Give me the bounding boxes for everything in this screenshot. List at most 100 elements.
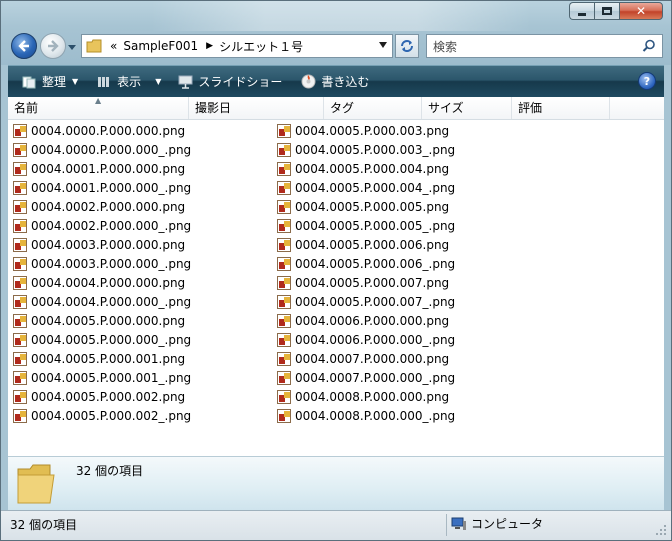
png-image-icon bbox=[13, 218, 27, 233]
file-item[interactable]: 0004.0005.P.000.001_.png bbox=[13, 368, 191, 387]
organize-button[interactable]: 整理 ▼ bbox=[18, 71, 81, 93]
column-tags[interactable]: タグ bbox=[324, 97, 422, 119]
computer-icon bbox=[451, 517, 466, 530]
burn-button[interactable]: 書き込む bbox=[297, 71, 372, 93]
file-item[interactable]: 0004.0005.P.000.005.png bbox=[277, 197, 455, 216]
close-button[interactable]: ✕ bbox=[619, 2, 663, 20]
file-item[interactable]: 0004.0001.P.000.000_.png bbox=[13, 178, 191, 197]
resize-grip-icon[interactable] bbox=[655, 524, 667, 536]
file-item[interactable]: 0004.0003.P.000.000.png bbox=[13, 235, 191, 254]
file-item[interactable]: 0004.0005.P.000.000_.png bbox=[13, 330, 191, 349]
details-item-count: 32 個の項目 bbox=[76, 464, 144, 478]
address-overflow[interactable]: « bbox=[110, 39, 117, 53]
file-item[interactable]: 0004.0005.P.000.002.png bbox=[13, 387, 191, 406]
column-date-taken[interactable]: 撮影日 bbox=[189, 97, 324, 119]
png-image-icon bbox=[13, 389, 27, 404]
file-name: 0004.0005.P.000.000.png bbox=[31, 313, 186, 328]
search-box[interactable]: 検索 bbox=[426, 34, 663, 58]
file-name: 0004.0006.P.000.000.png bbox=[295, 313, 450, 328]
file-item[interactable]: 0004.0008.P.000.000.png bbox=[277, 387, 455, 406]
file-item[interactable]: 0004.0005.P.000.005_.png bbox=[277, 216, 455, 235]
file-column-1: 0004.0000.P.000.000.png 0004.0000.P.000.0… bbox=[13, 121, 191, 425]
chevron-right-icon[interactable]: ▶ bbox=[206, 41, 213, 51]
recent-pages-dropdown[interactable] bbox=[67, 42, 77, 52]
png-image-icon bbox=[13, 370, 27, 385]
file-name: 0004.0005.P.000.001.png bbox=[31, 351, 186, 366]
help-icon: ? bbox=[643, 74, 651, 88]
status-location-label: コンピュータ bbox=[471, 517, 544, 531]
view-button[interactable]: 表示 ▼ bbox=[93, 71, 164, 93]
back-button[interactable] bbox=[11, 33, 37, 59]
file-item[interactable]: 0004.0004.P.000.000_.png bbox=[13, 292, 191, 311]
file-item[interactable]: 0004.0006.P.000.000_.png bbox=[277, 330, 455, 349]
png-image-icon bbox=[277, 218, 291, 233]
file-name: 0004.0005.P.000.000_.png bbox=[31, 332, 192, 347]
png-image-icon bbox=[277, 370, 291, 385]
search-icon[interactable] bbox=[642, 39, 656, 53]
file-item[interactable]: 0004.0005.P.000.004.png bbox=[277, 159, 455, 178]
chevron-down-icon[interactable] bbox=[379, 42, 387, 48]
file-item[interactable]: 0004.0005.P.000.001.png bbox=[13, 349, 191, 368]
file-item[interactable]: 0004.0003.P.000.000_.png bbox=[13, 254, 191, 273]
png-image-icon bbox=[277, 351, 291, 366]
breadcrumb-current[interactable]: シルエット１号 bbox=[219, 38, 303, 55]
file-item[interactable]: 0004.0007.P.000.000_.png bbox=[277, 368, 455, 387]
png-image-icon bbox=[277, 294, 291, 309]
png-image-icon bbox=[277, 237, 291, 252]
folder-icon bbox=[17, 464, 55, 504]
file-name: 0004.0004.P.000.000.png bbox=[31, 275, 186, 290]
png-image-icon bbox=[13, 180, 27, 195]
file-item[interactable]: 0004.0006.P.000.000.png bbox=[277, 311, 455, 330]
status-bar: 32 個の項目 コンピュータ bbox=[1, 510, 671, 540]
file-item[interactable]: 0004.0000.P.000.000.png bbox=[13, 121, 191, 140]
file-name: 0004.0005.P.000.003.png bbox=[295, 123, 450, 138]
file-item[interactable]: 0004.0008.P.000.000_.png bbox=[277, 406, 455, 425]
file-item[interactable]: 0004.0005.P.000.003_.png bbox=[277, 140, 455, 159]
organize-icon bbox=[21, 74, 37, 90]
slideshow-label: スライドショー bbox=[198, 75, 283, 89]
breadcrumb-sample[interactable]: SampleF001 bbox=[123, 39, 198, 53]
png-image-icon bbox=[13, 142, 27, 157]
file-item[interactable]: 0004.0005.P.000.003.png bbox=[277, 121, 455, 140]
search-input[interactable]: 検索 bbox=[433, 38, 457, 55]
png-image-icon bbox=[13, 351, 27, 366]
file-name: 0004.0007.P.000.000_.png bbox=[295, 370, 456, 385]
minimize-button[interactable] bbox=[569, 2, 594, 20]
column-size[interactable]: サイズ bbox=[422, 97, 512, 119]
file-item[interactable]: 0004.0000.P.000.000_.png bbox=[13, 140, 191, 159]
slideshow-icon bbox=[177, 74, 193, 90]
file-item[interactable]: 0004.0005.P.000.006.png bbox=[277, 235, 455, 254]
png-image-icon bbox=[277, 142, 291, 157]
address-bar[interactable]: « SampleF001 ▶ シルエット１号 bbox=[81, 34, 393, 58]
file-item[interactable]: 0004.0005.P.000.007.png bbox=[277, 273, 455, 292]
minimize-icon bbox=[578, 12, 586, 16]
refresh-button[interactable] bbox=[395, 34, 419, 58]
column-rating[interactable]: 評価 bbox=[512, 97, 610, 119]
arrow-right-icon bbox=[48, 40, 59, 52]
file-item[interactable]: 0004.0001.P.000.000.png bbox=[13, 159, 191, 178]
file-item[interactable]: 0004.0002.P.000.000.png bbox=[13, 197, 191, 216]
status-item-count: 32 個の項目 bbox=[10, 518, 78, 532]
file-item[interactable]: 0004.0005.P.000.000.png bbox=[13, 311, 191, 330]
png-image-icon bbox=[277, 180, 291, 195]
file-item[interactable]: 0004.0007.P.000.000.png bbox=[277, 349, 455, 368]
file-name: 0004.0002.P.000.000.png bbox=[31, 199, 186, 214]
file-item[interactable]: 0004.0005.P.000.002_.png bbox=[13, 406, 191, 425]
maximize-button[interactable] bbox=[594, 2, 619, 20]
png-image-icon bbox=[13, 294, 27, 309]
file-item[interactable]: 0004.0005.P.000.007_.png bbox=[277, 292, 455, 311]
file-item[interactable]: 0004.0004.P.000.000.png bbox=[13, 273, 191, 292]
file-name: 0004.0000.P.000.000_.png bbox=[31, 142, 192, 157]
file-item[interactable]: 0004.0002.P.000.000_.png bbox=[13, 216, 191, 235]
caption-buttons: ✕ bbox=[569, 2, 663, 22]
help-button[interactable]: ? bbox=[638, 72, 656, 90]
column-name[interactable]: 名前 ▲ bbox=[8, 96, 189, 119]
forward-button[interactable] bbox=[40, 33, 66, 59]
file-name: 0004.0005.P.000.002.png bbox=[31, 389, 186, 404]
file-name: 0004.0005.P.000.007.png bbox=[295, 275, 450, 290]
file-item[interactable]: 0004.0005.P.000.004_.png bbox=[277, 178, 455, 197]
slideshow-button[interactable]: スライドショー bbox=[174, 71, 285, 93]
file-name: 0004.0005.P.000.006.png bbox=[295, 237, 450, 252]
file-item[interactable]: 0004.0005.P.000.006_.png bbox=[277, 254, 455, 273]
view-icon bbox=[96, 74, 112, 90]
